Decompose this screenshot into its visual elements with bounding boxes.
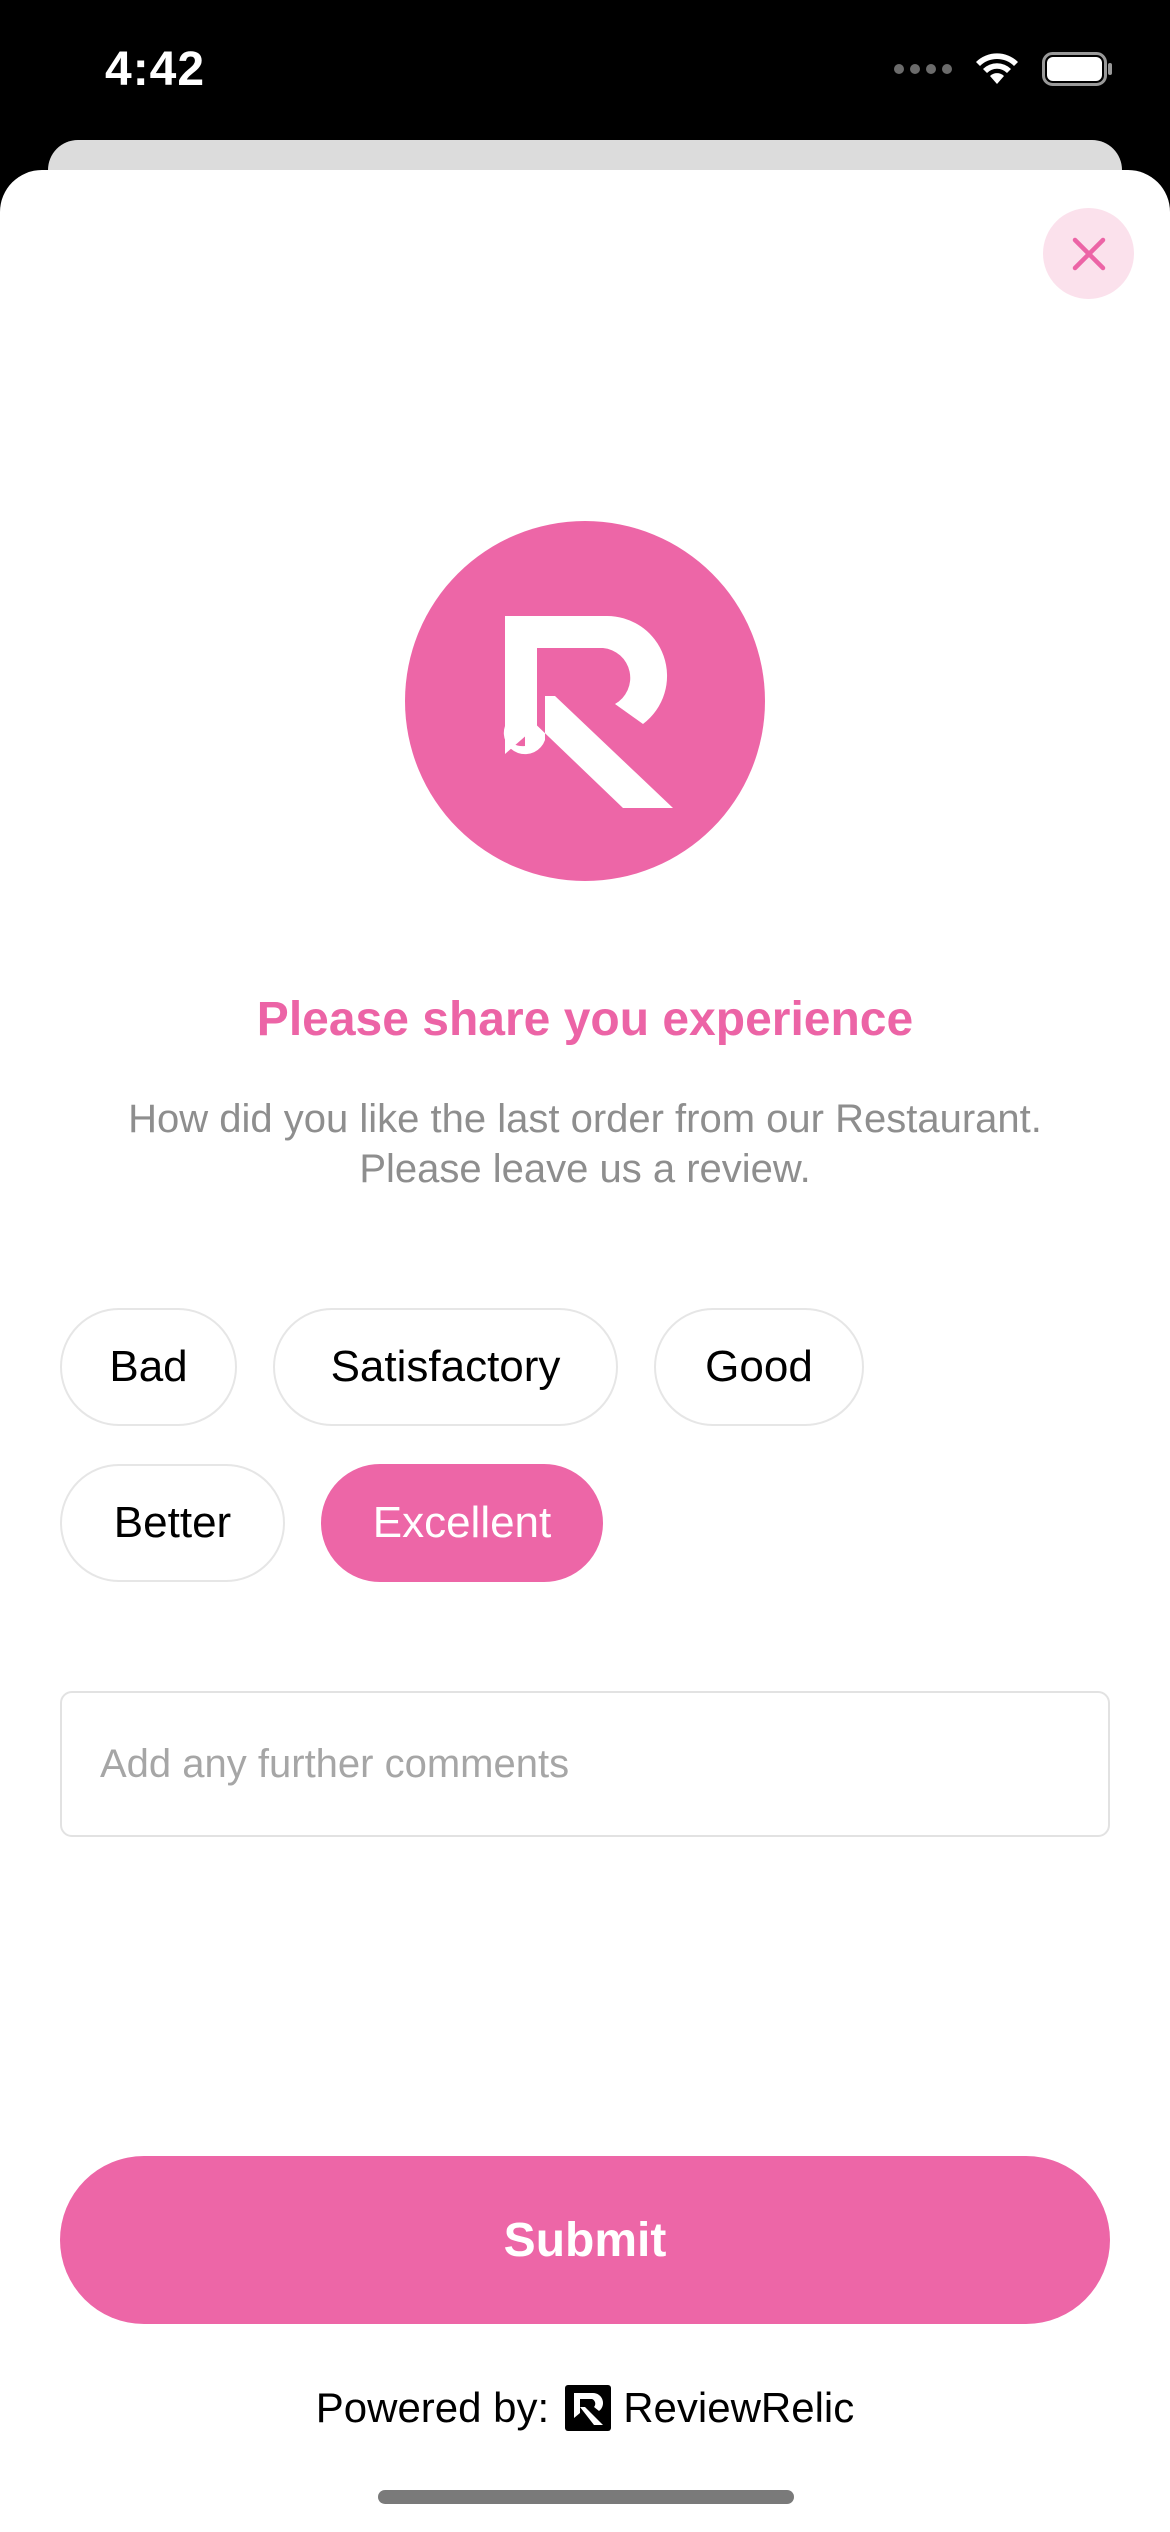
- battery-icon: [1042, 52, 1112, 86]
- reviewrelic-mini-logo-icon: [565, 2385, 612, 2431]
- rating-chip-satisfactory[interactable]: Satisfactory: [273, 1308, 618, 1426]
- brand-logo: [405, 521, 765, 881]
- rating-chip-better[interactable]: Better: [60, 1464, 285, 1582]
- submit-button[interactable]: Submit: [60, 2156, 1110, 2324]
- powered-by-footer: Powered by: ReviewRelic: [0, 2378, 1170, 2438]
- description-line-1: How did you like the last order from our…: [128, 1097, 1042, 1141]
- signal-dots-icon: [894, 64, 952, 74]
- close-button[interactable]: [1043, 208, 1134, 299]
- status-time: 4:42: [105, 43, 206, 96]
- close-icon: [1072, 237, 1105, 270]
- powered-by-label: Powered by:: [315, 2384, 550, 2431]
- page-title: Please share you experience: [256, 993, 914, 1046]
- rating-chip-excellent[interactable]: Excellent: [321, 1464, 603, 1582]
- rating-chip-bad[interactable]: Bad: [60, 1308, 237, 1426]
- description-text: How did you like the last order from our…: [60, 1094, 1110, 1194]
- rating-chip-good[interactable]: Good: [654, 1308, 864, 1426]
- wifi-icon: [976, 53, 1018, 84]
- brand-name: ReviewRelic: [623, 2384, 855, 2431]
- status-icons: [894, 52, 1114, 86]
- comments-input[interactable]: [60, 1691, 1110, 1837]
- home-indicator[interactable]: [378, 2490, 794, 2504]
- reviewrelic-logo-icon: [503, 615, 673, 808]
- status-bar: 4:42: [0, 0, 1170, 140]
- description-line-2: Please leave us a review.: [359, 1147, 811, 1191]
